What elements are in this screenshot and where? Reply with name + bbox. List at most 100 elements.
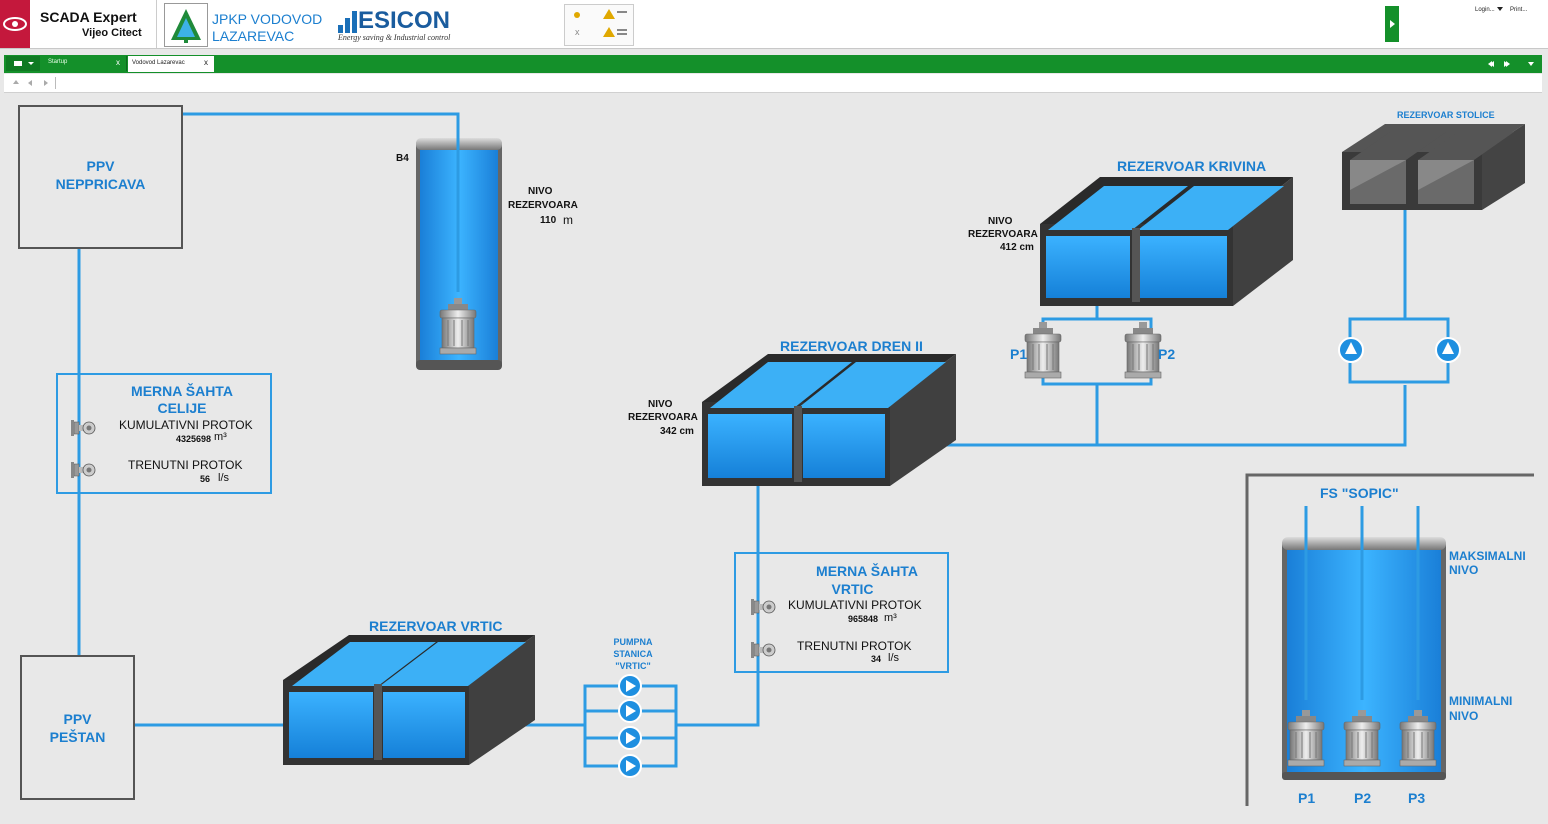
org-line1: JPKP VODOVOD: [212, 11, 323, 27]
celije-cumul-flowmeter-icon: [70, 419, 96, 437]
vrtic-pump-4-icon[interactable]: [618, 754, 642, 778]
print-link[interactable]: Print...: [1510, 7, 1527, 13]
menu-icon: [14, 61, 34, 66]
rezervoar-krivina-title: REZERVOAR KRIVINA: [1117, 158, 1267, 174]
tab-vodovod-close-icon[interactable]: x: [204, 58, 208, 67]
vrtic-cumul-unit: m³: [884, 612, 897, 624]
celije-trenutni-value: 56: [200, 474, 211, 484]
merna-vrtic-title-line1: MERNA ŠAHTA: [816, 563, 918, 579]
krivina-p2-pump-icon[interactable]: [1124, 321, 1162, 379]
rezervoar-stolice-title: REZERVOAR STOLICE: [1397, 110, 1495, 120]
ppv-nepricava-line1: PPV: [86, 158, 115, 174]
vrtic-cumul-flowmeter-icon: [750, 598, 776, 616]
tab-startup-close-icon[interactable]: x: [116, 58, 120, 67]
esicon-tagline: Energy saving & Industrial control: [338, 33, 451, 42]
vrtic-pump-1-icon[interactable]: [618, 674, 642, 698]
min-level-line1: MINIMALNI: [1449, 694, 1513, 708]
krivina-p1-pump-icon[interactable]: [1024, 321, 1062, 379]
nav-row: [4, 74, 1542, 93]
org-line2: LAZAREVAC: [212, 28, 295, 44]
ppv-pestan-line1: PPV: [63, 711, 92, 727]
max-level-line1: MAKSIMALNI: [1449, 549, 1526, 563]
vodovod-logo: [164, 3, 208, 47]
rezervoar-dren-ii[interactable]: [702, 354, 956, 486]
ppv-nepricava-line2: NEPPRICAVA: [55, 176, 146, 192]
vrtic-cumul-value: 965848: [848, 614, 879, 624]
vrtic-trenutni-label: TRENUTNI PROTOK: [797, 639, 912, 653]
b4-label: B4: [396, 153, 409, 164]
celije-cumul-unit: m³: [214, 431, 227, 443]
tab-navigation-controls[interactable]: [1484, 58, 1540, 70]
nav-up-icon[interactable]: [13, 80, 19, 84]
login-dropdown-icon[interactable]: [1496, 6, 1504, 12]
esicon-bars-icon: [338, 11, 357, 33]
celije-trenutni-label: TRENUTNI PROTOK: [128, 458, 243, 472]
rezervoar-vrtic[interactable]: [283, 635, 535, 765]
pumpna-line3: "VRTIC": [615, 661, 651, 671]
celije-cumul-value: 4325698: [176, 434, 212, 444]
ppv-pestan-box[interactable]: [20, 655, 135, 800]
vrtic-cumul-label: KUMULATIVNI PROTOK: [788, 598, 922, 612]
krivina-level-label-line1: NIVO: [988, 216, 1013, 227]
tab-vodovod[interactable]: Vodovod Lazarevac x: [128, 56, 214, 72]
vrtic-trenutni-value: 34: [871, 654, 882, 664]
alarm-indicators[interactable]: x: [564, 4, 634, 46]
celije-trenutni-unit: l/s: [218, 472, 229, 484]
rezervoar-vrtic-title: REZERVOAR VRTIC: [369, 618, 503, 634]
tab-startup-label: Startup: [48, 59, 68, 65]
expand-panel-button[interactable]: [1385, 6, 1399, 42]
login-link[interactable]: Login...: [1475, 7, 1495, 13]
pumpna-line2: STANICA: [613, 649, 653, 659]
vrtic-pump-3-icon[interactable]: [618, 726, 642, 750]
merna-vrtic-title-line2: VRTIC: [831, 581, 874, 597]
vrtic-trenutni-flowmeter-icon: [750, 641, 776, 659]
fs-p1-label: P1: [1298, 790, 1316, 806]
vrtic-trenutni-unit: l/s: [888, 652, 899, 664]
alarm-status-icon: x: [574, 9, 627, 37]
krivina-p1-label: P1: [1010, 346, 1028, 362]
stolice-pump-1-icon[interactable]: [1338, 337, 1364, 363]
b4-level-unit: m: [563, 213, 573, 227]
krivina-level-label-line2: REZERVOARA: [968, 229, 1038, 240]
fs-p3-label: P3: [1408, 790, 1426, 806]
b4-level-value: 110: [540, 215, 557, 226]
tab-bar: [4, 55, 1542, 73]
esicon-logo: ESICON Energy saving & Industrial contro…: [334, 3, 472, 45]
header-divider: [156, 0, 157, 48]
tab-menu-button[interactable]: [6, 56, 40, 71]
app-subtitle: Vijeo Citect: [82, 27, 142, 39]
min-level-line2: NIVO: [1449, 709, 1479, 723]
merna-celije-title-line1: MERNA ŠAHTA: [131, 383, 233, 399]
nav-buttons: [13, 77, 56, 89]
eye-logo-icon: [3, 17, 27, 31]
rezervoar-stolice[interactable]: [1342, 124, 1525, 210]
vrtic-pump-2-icon[interactable]: [618, 699, 642, 723]
nav-back-icon[interactable]: [28, 80, 32, 86]
pumpna-line1: PUMPNA: [613, 637, 653, 647]
dren-level-label-line1: NIVO: [648, 399, 673, 410]
tree-logo-icon: [171, 9, 201, 43]
fs-p2-label: P2: [1354, 790, 1372, 806]
ppv-pestan-line2: PEŠTAN: [49, 729, 106, 745]
b4-level-label-line1: NIVO: [528, 186, 553, 197]
celije-trenutni-flowmeter-icon: [70, 461, 96, 479]
tab-list-icon[interactable]: [1528, 62, 1534, 66]
esicon-name: ESICON: [358, 7, 451, 34]
schneider-logo: [0, 0, 30, 48]
merna-celije-title-line2: CELIJE: [157, 400, 207, 416]
celije-cumul-label: KUMULATIVNI PROTOK: [119, 418, 253, 432]
krivina-level-value: 412 cm: [1000, 242, 1034, 253]
rezervoar-dren-title: REZERVOAR DREN II: [780, 338, 923, 354]
tab-startup[interactable]: Startup x: [42, 56, 127, 71]
nav-forward-icon[interactable]: [44, 80, 48, 86]
dren-level-value: 342 cm: [660, 426, 694, 437]
dren-level-label-line2: REZERVOARA: [628, 412, 698, 423]
krivina-p2-label: P2: [1158, 346, 1176, 362]
header-bar: SCADA Expert Vijeo Citect JPKP VODOVOD L…: [0, 0, 1548, 49]
rezervoar-krivina[interactable]: [1040, 177, 1293, 306]
stolice-pump-2-icon[interactable]: [1435, 337, 1461, 363]
app-name: SCADA Expert: [40, 9, 137, 25]
tab-vodovod-label: Vodovod Lazarevac: [132, 60, 185, 66]
b4-tank[interactable]: [416, 114, 502, 370]
chevron-right-icon: [1390, 20, 1395, 28]
